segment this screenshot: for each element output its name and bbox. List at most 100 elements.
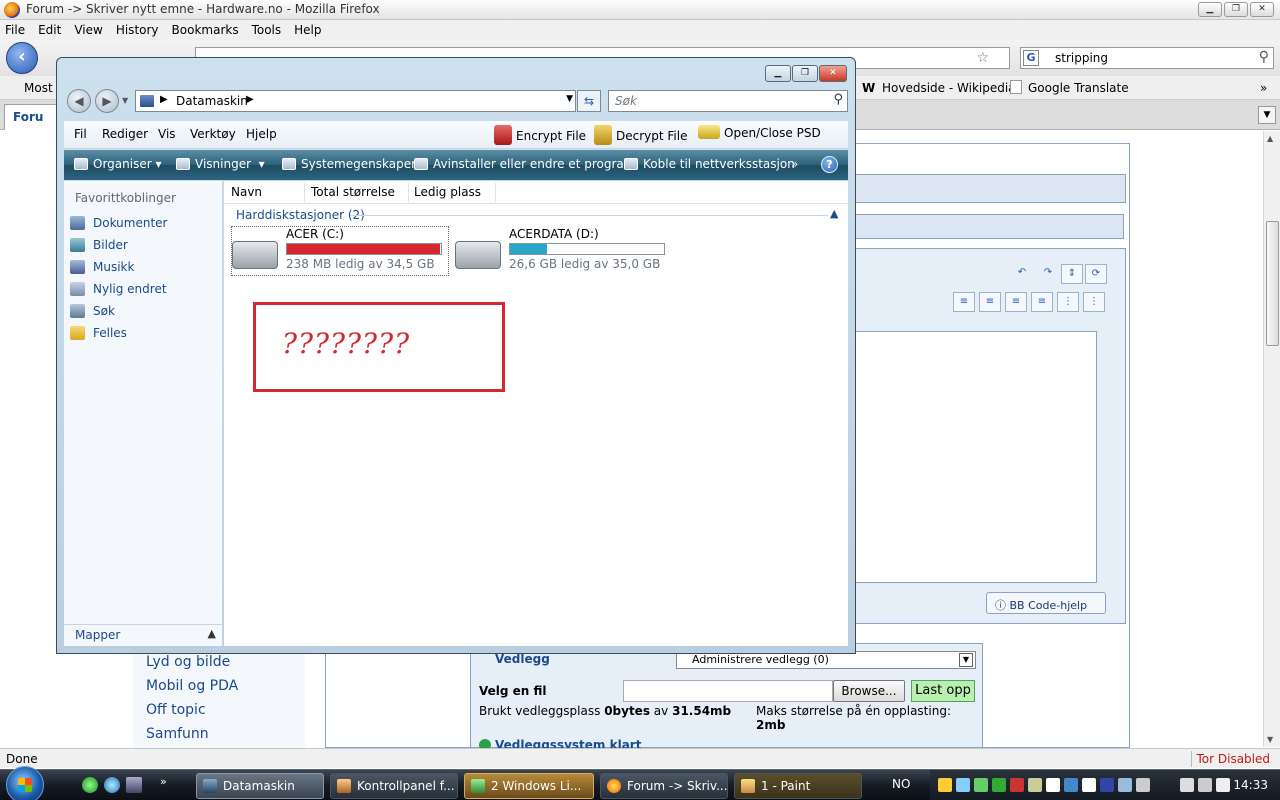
align-center-icon[interactable]: ≡ bbox=[1005, 292, 1027, 312]
upload-button[interactable]: Last opp bbox=[911, 680, 975, 702]
refresh-button[interactable]: ⇆ bbox=[577, 90, 601, 112]
menu-help[interactable]: Help bbox=[294, 20, 321, 40]
tray-icon[interactable] bbox=[1082, 778, 1096, 792]
taskbar-button-paint[interactable]: 1 - Paint bbox=[734, 773, 862, 799]
menu-verktoy[interactable]: Verktøy bbox=[190, 127, 236, 141]
column-total-storrelse[interactable]: Total størrelse bbox=[311, 185, 395, 199]
category-link[interactable]: Samfunn bbox=[146, 726, 209, 742]
volume-icon[interactable] bbox=[1216, 778, 1230, 792]
more-commands-button[interactable]: » bbox=[791, 157, 798, 171]
address-text[interactable]: Datamaskin bbox=[176, 94, 248, 108]
explorer-forward-button[interactable]: ▶ bbox=[95, 89, 119, 113]
minimize-button[interactable]: ▁ bbox=[1198, 2, 1222, 17]
tab-list-dropdown[interactable]: ▼ bbox=[1258, 106, 1276, 124]
visninger-button[interactable]: Visninger ▾ bbox=[176, 157, 265, 171]
menu-view[interactable]: View bbox=[74, 20, 102, 40]
menu-edit[interactable]: Edit bbox=[38, 20, 61, 40]
menu-fil[interactable]: Fil bbox=[74, 127, 87, 141]
show-desktop-icon[interactable] bbox=[126, 777, 142, 793]
help-icon[interactable]: ? bbox=[821, 156, 838, 173]
message-textarea[interactable] bbox=[855, 331, 1097, 583]
web-search-input[interactable]: stripping bbox=[1055, 51, 1108, 65]
explorer-search-box[interactable]: Søk ⚲ bbox=[608, 90, 848, 112]
tray-icon[interactable] bbox=[974, 778, 988, 792]
category-link[interactable]: Lyd og bilde bbox=[146, 654, 230, 670]
tray-icon[interactable] bbox=[992, 778, 1006, 792]
map-network-drive-button[interactable]: Koble til nettverksstasjon bbox=[624, 157, 795, 171]
breadcrumb-arrow-icon[interactable]: ▶ bbox=[160, 94, 168, 105]
menu-file[interactable]: File bbox=[5, 20, 25, 40]
redo-icon[interactable]: ↷ bbox=[1037, 264, 1059, 284]
menu-history[interactable]: History bbox=[116, 20, 159, 40]
bookmark-star-icon[interactable]: ☆ bbox=[976, 50, 989, 66]
uninstall-program-button[interactable]: Avinstaller eller endre et program bbox=[414, 157, 635, 171]
folders-toggle[interactable]: Mapper ▲ bbox=[64, 624, 222, 646]
explorer-minimize-button[interactable]: ▁ bbox=[765, 65, 791, 82]
explorer-close-button[interactable]: ✕ bbox=[819, 65, 847, 82]
google-icon[interactable]: G bbox=[1023, 50, 1039, 66]
tray-icon[interactable] bbox=[1136, 778, 1150, 792]
menu-hjelp[interactable]: Hjelp bbox=[246, 127, 277, 141]
tray-icon[interactable] bbox=[1064, 778, 1078, 792]
web-search-box[interactable]: G stripping ⚲ bbox=[1020, 47, 1274, 69]
page-scrollbar[interactable]: ▲ ▼ bbox=[1263, 131, 1280, 747]
scroll-down-icon[interactable]: ▼ bbox=[1267, 735, 1273, 744]
explorer-maximize-button[interactable]: ❐ bbox=[792, 65, 818, 82]
menu-tools[interactable]: Tools bbox=[252, 20, 282, 40]
undo-icon[interactable]: ↶ bbox=[1011, 264, 1033, 284]
language-indicator[interactable]: NO bbox=[892, 777, 910, 791]
menu-bookmarks[interactable]: Bookmarks bbox=[172, 20, 239, 40]
explorer-address-bar[interactable]: ▶ Datamaskin ▶ ▼ bbox=[135, 90, 576, 112]
decrypt-file-button[interactable]: Decrypt File bbox=[594, 125, 687, 145]
group-header[interactable]: Harddiskstasjoner (2) bbox=[236, 208, 365, 222]
drive-d[interactable]: ACERDATA (D:) 26,6 GB ledig av 35,0 GB bbox=[455, 227, 671, 275]
ordered-list-icon[interactable]: ⋮ bbox=[1057, 292, 1079, 312]
taskbar-button-windows-live[interactable]: 2 Windows Li... bbox=[464, 773, 594, 799]
tab-forum[interactable]: Foru bbox=[4, 104, 64, 130]
address-dropdown-icon[interactable]: ▼ bbox=[566, 94, 573, 104]
search-icon[interactable]: ⚲ bbox=[833, 92, 843, 107]
organiser-button[interactable]: Organiser ▾ bbox=[74, 157, 162, 171]
menu-rediger[interactable]: Rediger bbox=[102, 127, 148, 141]
quicklaunch-icon[interactable] bbox=[82, 777, 98, 793]
breadcrumb-arrow-icon[interactable]: ▶ bbox=[246, 94, 254, 105]
scroll-up-icon[interactable]: ▲ bbox=[1267, 134, 1273, 143]
tray-icon[interactable] bbox=[1118, 778, 1132, 792]
align-left-icon[interactable]: ≡ bbox=[979, 292, 1001, 312]
explorer-back-button[interactable]: ◀ bbox=[67, 89, 91, 113]
bookmark-wikipedia[interactable]: Hovedside - Wikipedia bbox=[882, 81, 1016, 95]
tor-status[interactable]: Tor Disabled bbox=[1196, 752, 1270, 766]
nav-item-nylig-endret[interactable]: Nylig endret bbox=[70, 282, 167, 296]
history-dropdown-icon[interactable]: ▼ bbox=[122, 96, 128, 105]
taskbar-button-datamaskin[interactable]: Datamaskin bbox=[196, 773, 324, 799]
maximize-button[interactable]: ❐ bbox=[1224, 2, 1248, 17]
clock[interactable]: 14:33 bbox=[1233, 778, 1268, 792]
tray-icon[interactable] bbox=[1010, 778, 1024, 792]
network-icon[interactable] bbox=[1198, 778, 1212, 792]
close-button[interactable]: ✕ bbox=[1250, 2, 1274, 17]
column-ledig-plass[interactable]: Ledig plass bbox=[414, 185, 481, 199]
category-link[interactable]: Mobil og PDA bbox=[146, 678, 238, 694]
taskbar-button-kontrollpanel[interactable]: Kontrollpanel f... bbox=[330, 773, 458, 799]
search-icon[interactable]: ⚲ bbox=[1259, 49, 1269, 65]
file-path-input[interactable] bbox=[623, 680, 833, 702]
scroll-thumb[interactable] bbox=[1266, 221, 1279, 346]
menu-vis[interactable]: Vis bbox=[158, 127, 176, 141]
align-right-icon[interactable]: ≡ bbox=[1031, 292, 1053, 312]
column-navn[interactable]: Navn bbox=[231, 185, 262, 199]
tray-icon[interactable] bbox=[956, 778, 970, 792]
nav-item-sok[interactable]: Søk bbox=[70, 304, 115, 318]
tray-icon[interactable] bbox=[1100, 778, 1114, 792]
switch-mode-icon[interactable]: ⟳ bbox=[1085, 264, 1107, 284]
nav-item-dokumenter[interactable]: Dokumenter bbox=[70, 216, 167, 230]
systemegenskaper-button[interactable]: Systemegenskaper bbox=[282, 157, 416, 171]
collapse-group-icon[interactable]: ▲ bbox=[830, 207, 838, 220]
outdent-icon[interactable]: ≡ bbox=[953, 292, 975, 312]
tray-icon[interactable] bbox=[938, 778, 952, 792]
start-button[interactable] bbox=[6, 766, 44, 800]
browser-icon[interactable] bbox=[104, 777, 120, 793]
drive-c[interactable]: ACER (C:) 238 MB ledig av 34,5 GB bbox=[231, 226, 449, 276]
chevron-up-icon[interactable]: ▲ bbox=[208, 627, 216, 640]
bookmark-google-translate[interactable]: Google Translate bbox=[1028, 81, 1129, 95]
quicklaunch-more[interactable]: » bbox=[160, 775, 167, 788]
